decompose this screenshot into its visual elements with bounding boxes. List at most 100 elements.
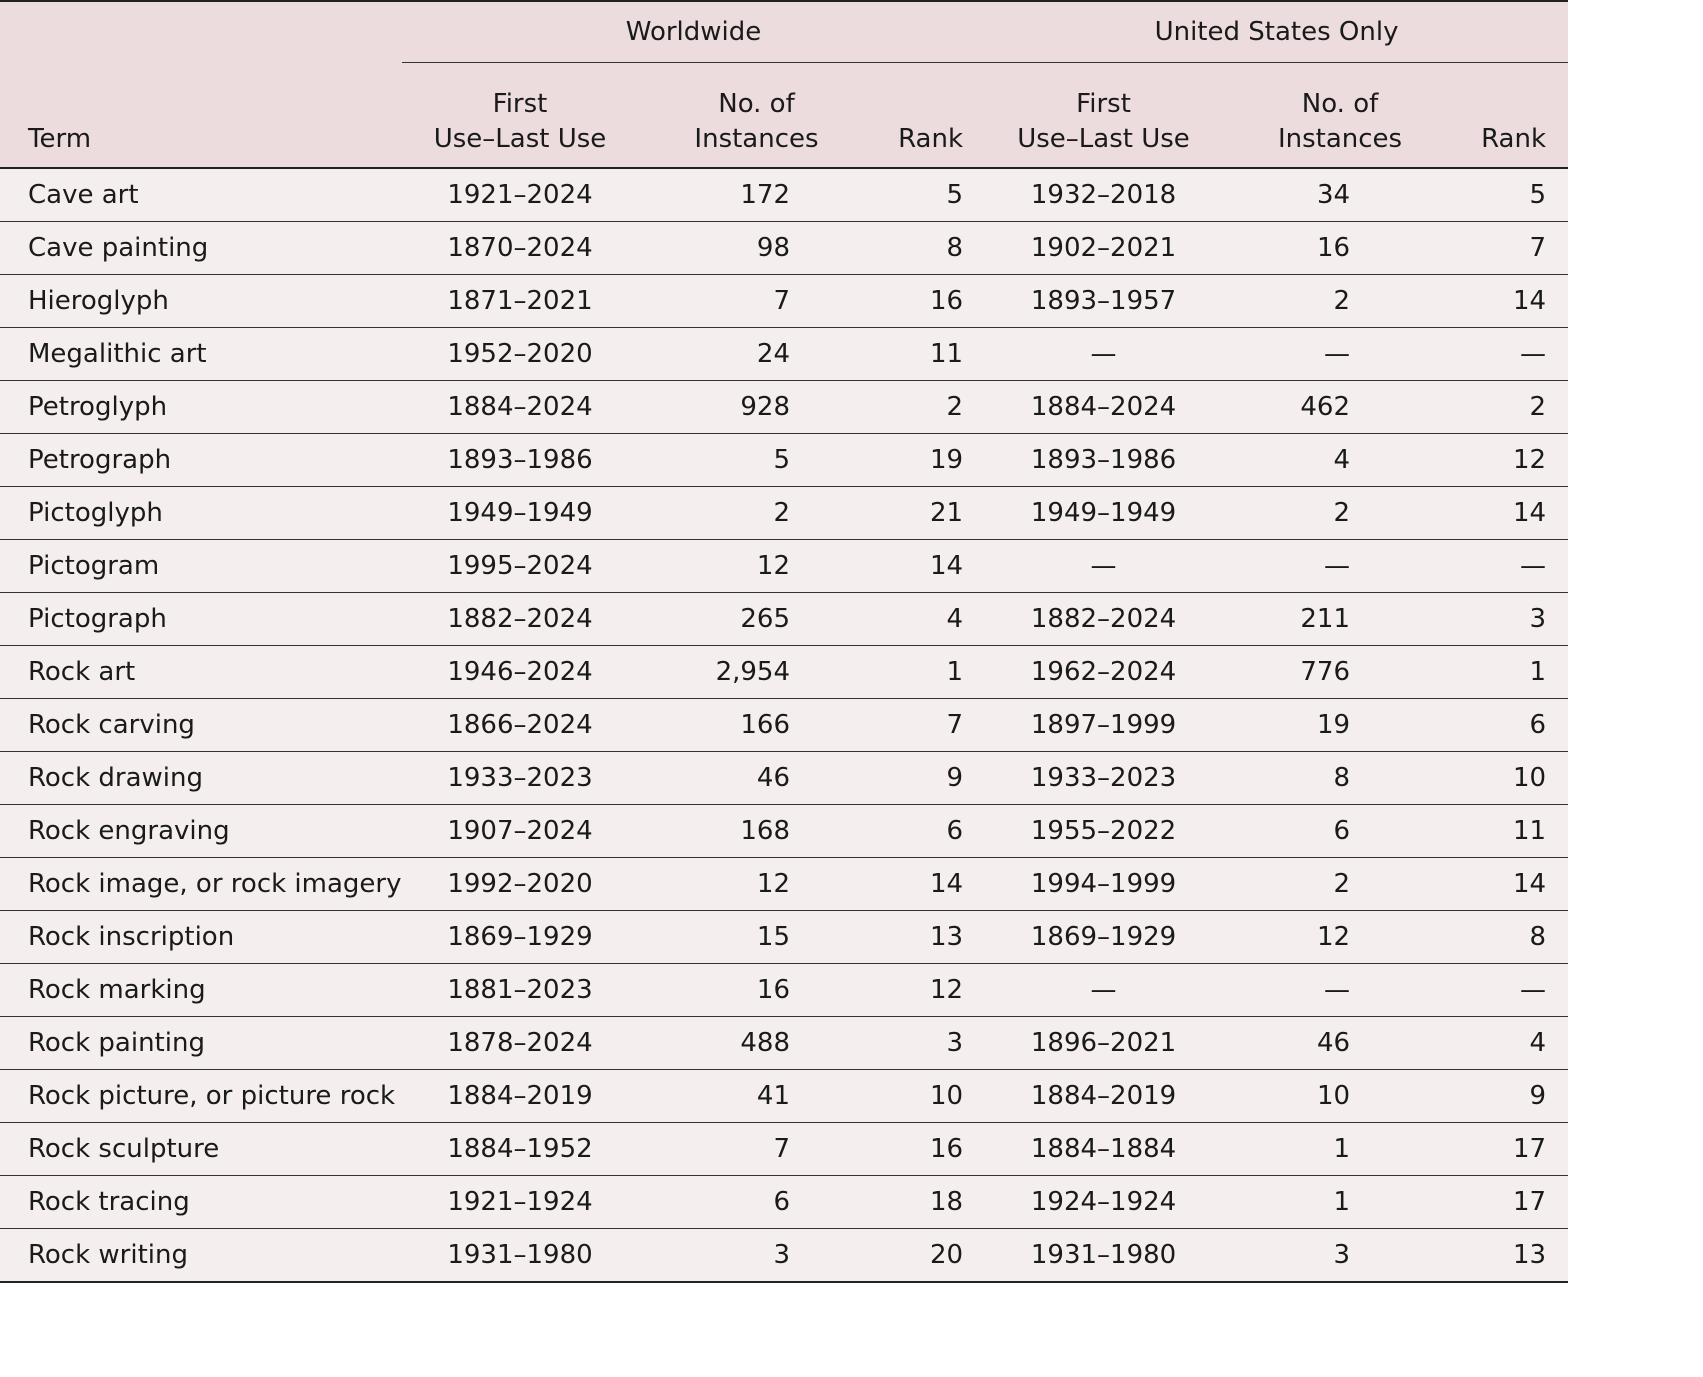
worldwide-first-last-use-cell: 1933–2023 <box>402 751 638 805</box>
us-instances-cell: 16 <box>1222 221 1459 275</box>
us-first-last-use-cell: 1955–2022 <box>985 804 1223 858</box>
term-cell: Petrograph <box>0 433 402 487</box>
worldwide-instances-cell: 7 <box>638 274 875 328</box>
us-rank-cell: 17 <box>1458 1122 1569 1176</box>
table-row: Rock carving 1866–2024 166 7 1897–1999 19 6 <box>0 698 1569 752</box>
us-first-last-use-cell: 1884–1884 <box>985 1122 1223 1176</box>
worldwide-instances-cell: 2,954 <box>638 645 875 699</box>
us-instances-cell: 34 <box>1222 168 1459 222</box>
us-rank-cell: 6 <box>1458 698 1569 752</box>
worldwide-instances-cell: 7 <box>638 1122 875 1176</box>
us-instances-cell: 462 <box>1222 380 1459 434</box>
us-first-last-use-cell: 1884–2019 <box>985 1069 1223 1123</box>
us-first-last-use-cell: — <box>985 539 1223 593</box>
worldwide-rank-cell: 3 <box>875 1016 986 1070</box>
worldwide-instances-cell: 41 <box>638 1069 875 1123</box>
table-row: Cave painting 1870–2024 98 8 1902–2021 16 7 <box>0 221 1569 275</box>
worldwide-instances-cell: 12 <box>638 857 875 911</box>
us-instances-cell: 776 <box>1222 645 1459 699</box>
table-row: Pictograph 1882–2024 265 4 1882–2024 211 3 <box>0 592 1569 646</box>
term-cell: Rock picture, or picture rock <box>0 1069 402 1123</box>
us-first-last-use-cell: 1882–2024 <box>985 592 1223 646</box>
us-instances-cell: 6 <box>1222 804 1459 858</box>
worldwide-rank-cell: 4 <box>875 592 986 646</box>
us-instances-cell: 4 <box>1222 433 1459 487</box>
worldwide-instances-cell: 16 <box>638 963 875 1017</box>
term-cell: Rock sculpture <box>0 1122 402 1176</box>
term-cell: Rock marking <box>0 963 402 1017</box>
term-cell: Rock image, or rock imagery <box>0 857 402 911</box>
term-cell: Cave art <box>0 168 402 222</box>
us-rank-cell: 3 <box>1458 592 1569 646</box>
us-rank-cell: 10 <box>1458 751 1569 805</box>
worldwide-instances-cell: 166 <box>638 698 875 752</box>
term-cell: Rock writing <box>0 1228 402 1283</box>
worldwide-rank-cell: 8 <box>875 221 986 275</box>
worldwide-first-last-use-cell: 1952–2020 <box>402 327 638 381</box>
worldwide-rank-cell: 9 <box>875 751 986 805</box>
worldwide-instances-cell: 3 <box>638 1228 875 1283</box>
worldwide-rank-cell: 7 <box>875 698 986 752</box>
us-instances-cell: 1 <box>1222 1175 1459 1229</box>
table-header: Worldwide United States Only Term First U… <box>0 1 1569 169</box>
table-row: Rock art 1946–2024 2,954 1 1962–2024 776 1 <box>0 645 1569 699</box>
us-instances-cell: 10 <box>1222 1069 1459 1123</box>
us-rank-cell: 4 <box>1458 1016 1569 1070</box>
column-header-term: Term <box>0 62 402 169</box>
table-row: Rock engraving 1907–2024 168 6 1955–2022 6 11 <box>0 804 1569 858</box>
worldwide-first-last-use-cell: 1884–1952 <box>402 1122 638 1176</box>
table-row: Rock writing 1931–1980 3 20 1931–1980 3 13 <box>0 1228 1569 1283</box>
term-cell: Rock inscription <box>0 910 402 964</box>
us-instances-cell: 46 <box>1222 1016 1459 1070</box>
terms-table-container: Worldwide United States Only Term First U… <box>0 0 1569 1283</box>
us-first-last-use-cell: 1949–1949 <box>985 486 1223 540</box>
worldwide-instances-cell: 488 <box>638 1016 875 1070</box>
us-first-last-use-cell: 1896–2021 <box>985 1016 1223 1070</box>
us-first-last-use-cell: 1962–2024 <box>985 645 1223 699</box>
term-cell: Hieroglyph <box>0 274 402 328</box>
table-row: Megalithic art 1952–2020 24 11— — — <box>0 327 1569 381</box>
worldwide-rank-cell: 21 <box>875 486 986 540</box>
term-cell: Rock carving <box>0 698 402 752</box>
term-cell: Rock art <box>0 645 402 699</box>
worldwide-rank-cell: 6 <box>875 804 986 858</box>
worldwide-rank-cell: 19 <box>875 433 986 487</box>
worldwide-first-last-use-cell: 1866–2024 <box>402 698 638 752</box>
us-instances-cell: 211 <box>1222 592 1459 646</box>
us-rank-cell: 5 <box>1458 168 1569 222</box>
worldwide-rank-cell: 2 <box>875 380 986 434</box>
us-rank-cell: — <box>1458 539 1569 593</box>
terms-table: Worldwide United States Only Term First U… <box>0 0 1569 1283</box>
worldwide-rank-cell: 16 <box>875 1122 986 1176</box>
us-instances-cell: 12 <box>1222 910 1459 964</box>
us-first-last-use-cell: 1931–1980 <box>985 1228 1223 1283</box>
worldwide-first-last-use-cell: 1946–2024 <box>402 645 638 699</box>
column-header-rank: Rank <box>1458 62 1569 169</box>
column-header-rank: Rank <box>875 62 986 169</box>
table-body: Cave art 1921–2024 172 5 1932–2018 34 5 Cave pa… <box>0 168 1569 1283</box>
us-rank-cell: 12 <box>1458 433 1569 487</box>
worldwide-instances-cell: 15 <box>638 910 875 964</box>
table-row: Petrograph 1893–1986 5 19 1893–1986 4 12 <box>0 433 1569 487</box>
term-cell: Cave painting <box>0 221 402 275</box>
table-row: Cave art 1921–2024 172 5 1932–2018 34 5 <box>0 168 1569 222</box>
group-header-united-states: United States Only <box>985 1 1569 63</box>
us-instances-cell: — <box>1222 963 1459 1017</box>
worldwide-instances-cell: 168 <box>638 804 875 858</box>
worldwide-rank-cell: 13 <box>875 910 986 964</box>
us-rank-cell: 7 <box>1458 221 1569 275</box>
worldwide-first-last-use-cell: 1995–2024 <box>402 539 638 593</box>
us-rank-cell: — <box>1458 963 1569 1017</box>
term-cell: Rock painting <box>0 1016 402 1070</box>
us-instances-cell: 1 <box>1222 1122 1459 1176</box>
worldwide-first-last-use-cell: 1884–2024 <box>402 380 638 434</box>
worldwide-rank-cell: 12 <box>875 963 986 1017</box>
us-instances-cell: — <box>1222 327 1459 381</box>
us-first-last-use-cell: 1893–1986 <box>985 433 1223 487</box>
table-row: Rock tracing 1921–1924 6 18 1924–1924 1 17 <box>0 1175 1569 1229</box>
us-instances-cell: 2 <box>1222 857 1459 911</box>
worldwide-first-last-use-cell: 1870–2024 <box>402 221 638 275</box>
us-first-last-use-cell: — <box>985 963 1223 1017</box>
worldwide-rank-cell: 14 <box>875 857 986 911</box>
worldwide-first-last-use-cell: 1893–1986 <box>402 433 638 487</box>
